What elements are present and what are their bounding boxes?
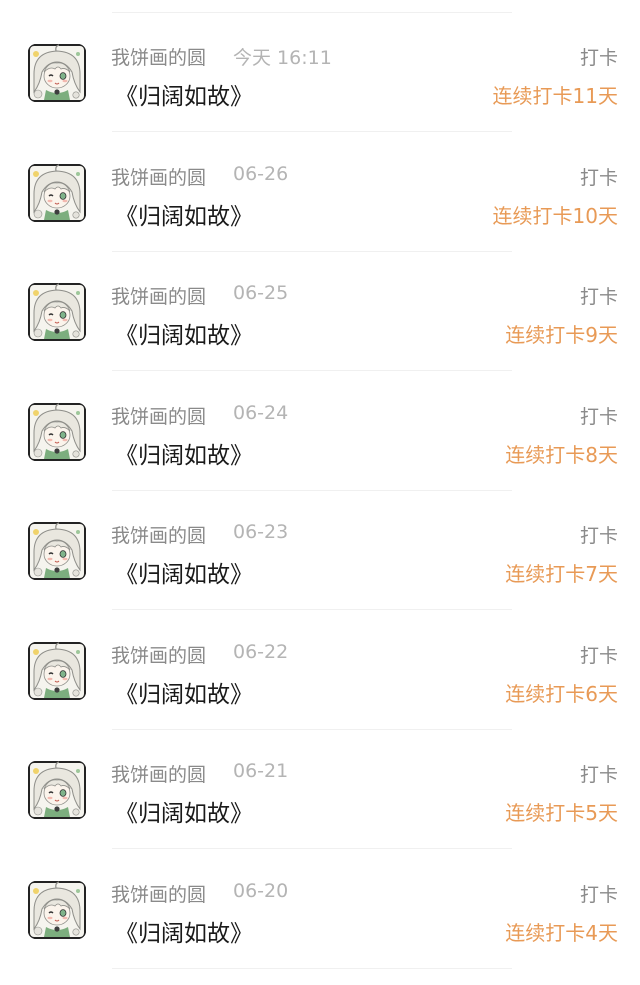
checkin-entry[interactable]: 我饼画的圆 06-22 《归阔如故》 打卡 连续打卡6天 [0, 598, 640, 730]
row-divider [112, 967, 512, 969]
checkin-action-label: 打卡 [579, 883, 618, 906]
streak-count: 连续打卡10天 [492, 203, 618, 228]
avatar-icon[interactable] [28, 880, 86, 939]
checkin-entry[interactable]: 我饼画的圆 06-20 《归阔如故》 打卡 连续打卡4天 [0, 837, 640, 969]
book-title[interactable]: 《归阔如故》 [115, 77, 253, 111]
book-title[interactable]: 《归阔如故》 [115, 675, 253, 709]
checkin-entry[interactable]: 我饼画的圆 06-25 《归阔如故》 打卡 连续打卡9天 [0, 239, 640, 371]
avatar-image [28, 761, 86, 819]
book-title[interactable]: 《归阔如故》 [115, 316, 253, 350]
username[interactable]: 我饼画的圆 [111, 521, 206, 548]
timestamp: 06-24 [233, 401, 289, 424]
timestamp: 今天 16:11 [233, 47, 332, 69]
avatar-icon[interactable] [28, 402, 86, 461]
avatar-image [28, 163, 86, 222]
avatar-icon[interactable] [28, 283, 86, 341]
streak-count: 连续打卡7天 [505, 562, 618, 586]
checkin-entry[interactable]: 我饼画的圆 06-23 《归阔如故》 打卡 连续打卡7天 [0, 478, 640, 610]
streak-count: 连续打卡4天 [505, 920, 618, 945]
avatar-icon[interactable] [28, 163, 86, 222]
timestamp: 06-23 [233, 521, 289, 543]
avatar-icon[interactable] [28, 761, 86, 819]
avatar-image [28, 402, 86, 461]
username[interactable]: 我饼画的圆 [111, 402, 206, 429]
avatar-icon[interactable] [28, 44, 86, 102]
avatar-image [28, 880, 86, 939]
avatar-icon[interactable] [28, 522, 86, 580]
timestamp: 06-22 [233, 640, 289, 663]
streak-count: 连续打卡5天 [505, 801, 618, 825]
avatar-icon[interactable] [28, 641, 86, 700]
username[interactable]: 我饼画的圆 [111, 163, 206, 190]
username[interactable]: 我饼画的圆 [111, 641, 206, 668]
checkin-action-label: 打卡 [579, 47, 618, 69]
username[interactable]: 我饼画的圆 [111, 282, 206, 309]
streak-count: 连续打卡9天 [505, 323, 618, 347]
checkin-action-label: 打卡 [579, 644, 618, 667]
checkin-entry[interactable]: 我饼画的圆 06-26 《归阔如故》 打卡 连续打卡10天 [0, 120, 640, 252]
checkin-entry[interactable]: 我饼画的圆 06-21 《归阔如故》 打卡 连续打卡5天 [0, 717, 640, 849]
streak-count: 连续打卡11天 [492, 84, 618, 108]
avatar-image [28, 641, 86, 700]
avatar-image [28, 283, 86, 341]
timestamp: 06-26 [233, 162, 289, 185]
book-title[interactable]: 《归阔如故》 [115, 436, 253, 470]
checkin-action-label: 打卡 [579, 166, 618, 189]
checkin-action-label: 打卡 [579, 286, 618, 308]
timestamp: 06-20 [233, 879, 289, 902]
checkin-entry[interactable]: 我饼画的圆 06-24 《归阔如故》 打卡 连续打卡8天 [0, 359, 640, 491]
checkin-action-label: 打卡 [579, 405, 618, 428]
username[interactable]: 我饼画的圆 [111, 760, 206, 787]
checkin-action-label: 打卡 [579, 525, 618, 547]
username[interactable]: 我饼画的圆 [111, 880, 206, 907]
streak-count: 连续打卡6天 [505, 681, 618, 706]
checkin-action-label: 打卡 [579, 764, 618, 786]
streak-count: 连续打卡8天 [505, 442, 618, 467]
avatar-image [28, 44, 86, 102]
checkin-feed-page: 我饼画的圆 今天 16:11 《归阔如故》 打卡 连续打卡11天 我饼画的圆 0… [0, 0, 640, 985]
book-title[interactable]: 《归阔如故》 [115, 197, 253, 231]
avatar-image [28, 522, 86, 580]
book-title[interactable]: 《归阔如故》 [115, 794, 253, 828]
timestamp: 06-21 [233, 760, 289, 782]
checkin-entry[interactable]: 我饼画的圆 今天 16:11 《归阔如故》 打卡 连续打卡11天 [0, 0, 640, 132]
book-title[interactable]: 《归阔如故》 [115, 555, 253, 589]
timestamp: 06-25 [233, 282, 289, 304]
book-title[interactable]: 《归阔如故》 [115, 914, 253, 948]
username[interactable]: 我饼画的圆 [111, 43, 206, 70]
